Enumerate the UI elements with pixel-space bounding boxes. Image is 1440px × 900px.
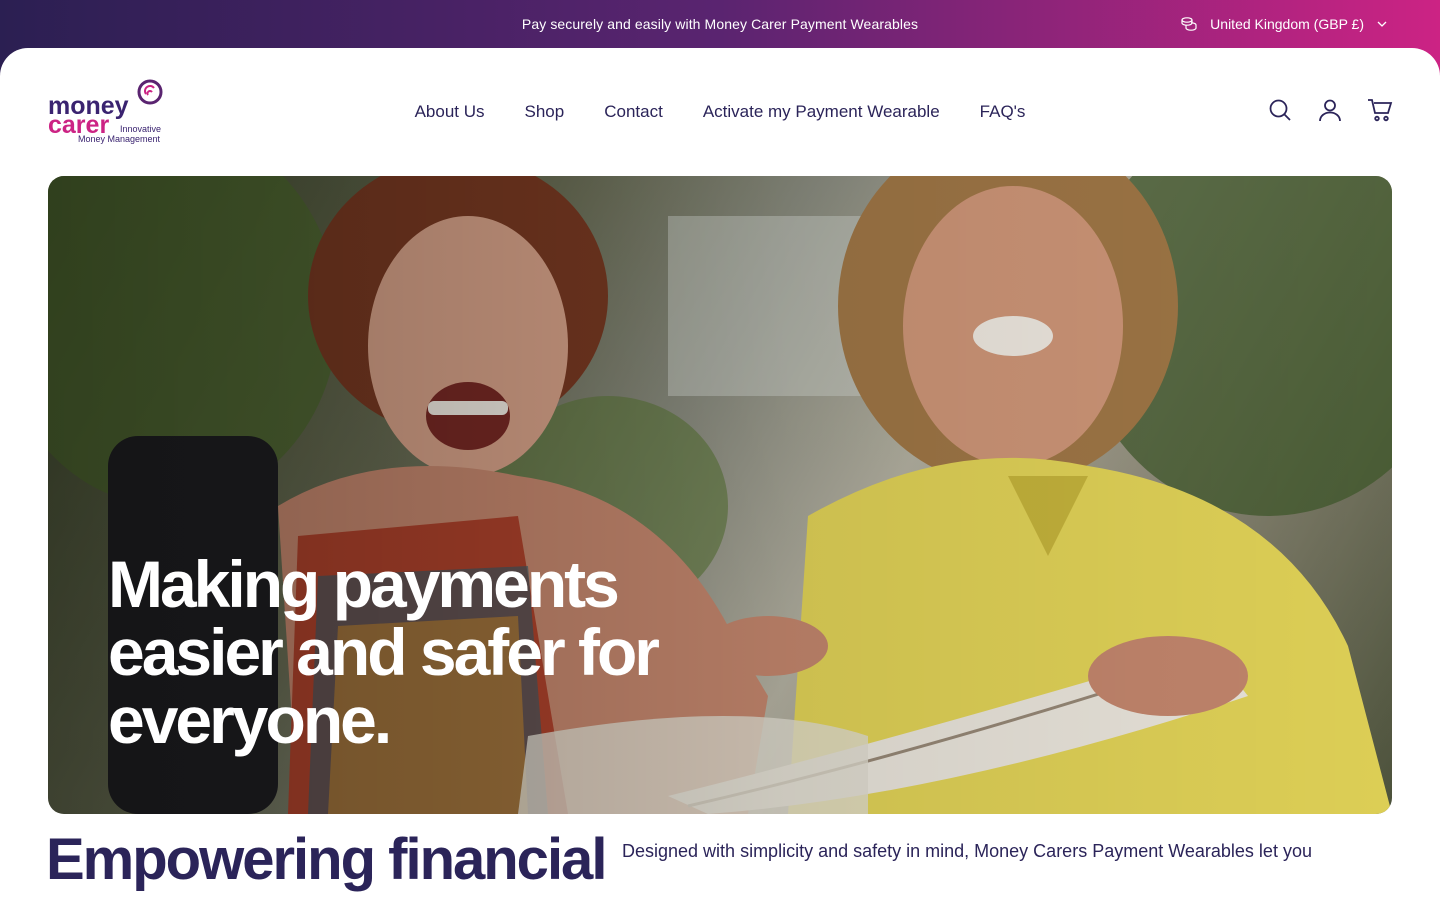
- page-sheet: money carer Innovative Money Management …: [0, 48, 1440, 900]
- announcement-text: Pay securely and easily with Money Carer…: [521, 16, 919, 32]
- nav-faqs[interactable]: FAQ's: [980, 98, 1026, 126]
- cart-icon[interactable]: [1366, 96, 1394, 124]
- country-selector[interactable]: United Kingdom (GBP £): [1180, 0, 1388, 48]
- hero-heading: Making payments easier and safer for eve…: [108, 550, 728, 754]
- logo-tagline-2: Money Management: [78, 134, 161, 144]
- nav-shop[interactable]: Shop: [525, 98, 565, 126]
- currency-icon: [1180, 15, 1198, 33]
- search-icon[interactable]: [1266, 96, 1294, 124]
- site-header: money carer Innovative Money Management …: [0, 48, 1440, 176]
- nav-activate-wearable[interactable]: Activate my Payment Wearable: [703, 98, 940, 126]
- hero-heading-line-1: Making payments: [108, 547, 620, 621]
- hero-banner: Making payments easier and safer for eve…: [48, 176, 1392, 814]
- nav-contact[interactable]: Contact: [604, 98, 663, 126]
- nav-about-us[interactable]: About Us: [415, 98, 485, 126]
- country-label: United Kingdom (GBP £): [1210, 16, 1364, 32]
- chevron-down-icon: [1376, 20, 1388, 28]
- main-nav: About Us Shop Contact Activate my Paymen…: [0, 98, 1440, 126]
- section-title: Empowering financial: [46, 827, 607, 892]
- hero-heading-line-2: easier and safer for: [108, 615, 660, 689]
- section-description: Designed with simplicity and safety in m…: [622, 841, 1312, 861]
- hero-heading-line-3: everyone.: [108, 683, 392, 757]
- header-actions: [1266, 96, 1394, 124]
- account-icon[interactable]: [1316, 96, 1344, 124]
